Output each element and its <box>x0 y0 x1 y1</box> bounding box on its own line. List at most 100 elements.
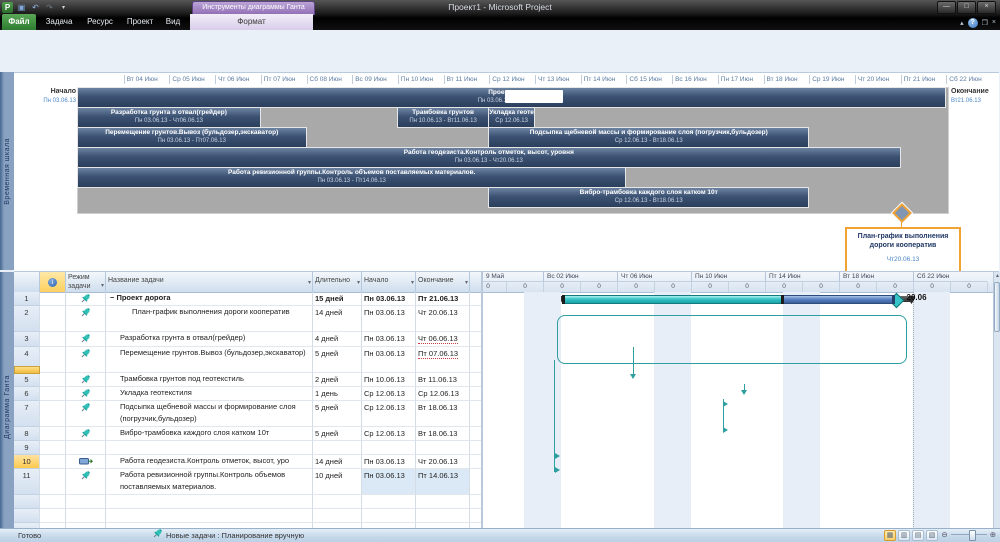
timescale-major-cell[interactable]: Чт 06 Июн <box>617 272 691 282</box>
ribbon-tab-3[interactable]: Ресурс <box>81 14 119 30</box>
info-cell[interactable] <box>40 495 66 509</box>
task-name-cell[interactable]: Вибро-трамбовка каждого слоя катком 10т <box>106 427 313 441</box>
timescale-minor-cell[interactable]: 0 <box>913 282 950 292</box>
task-mode-cell[interactable] <box>66 373 106 387</box>
filter-arrow-icon[interactable]: ▾ <box>101 282 104 291</box>
finish-date-cell[interactable]: Вт 18.06.13 <box>416 427 470 441</box>
duration-cell[interactable]: 4 дней <box>313 332 362 347</box>
task-name-cell[interactable]: План-график выполнения дороги кооператив <box>106 306 313 332</box>
task-name-cell[interactable]: Подсыпка щебневой массы и формирование с… <box>106 401 313 427</box>
table-row[interactable]: 7 Подсыпка щебневой массы и формирование … <box>14 401 481 427</box>
maximize-button[interactable]: □ <box>957 1 976 14</box>
row-number-cell[interactable]: 7 <box>14 401 40 427</box>
timeline-task-bar[interactable]: Работа геодезиста.Контроль отметок, высо… <box>78 148 900 167</box>
start-date-cell[interactable]: Пн 03.06.13 <box>362 469 416 495</box>
info-cell[interactable] <box>40 373 66 387</box>
timeline-view-strip[interactable]: Временная шкала <box>0 72 14 270</box>
timescale-minor-cell[interactable]: 0 <box>876 282 913 292</box>
duration-cell[interactable]: 5 дней <box>313 427 362 441</box>
timeline-task-bar[interactable]: Вибро-трамбовка каждого слоя катком 10т С… <box>489 188 809 207</box>
info-cell[interactable] <box>40 332 66 347</box>
finish-date-cell[interactable]: Вт 18.06.13 <box>416 401 470 427</box>
timescale-minor-cell[interactable]: 0 <box>654 282 691 292</box>
duration-cell[interactable]: 14 дней <box>313 455 362 469</box>
timescale-minor-cell[interactable]: 0 <box>543 282 580 292</box>
duration-cell[interactable]: 10 дней <box>313 469 362 495</box>
task-mode-cell[interactable] <box>66 401 106 427</box>
start-date-cell[interactable]: Пн 03.06.13 <box>362 332 416 347</box>
duration-cell[interactable]: 5 дней <box>313 401 362 427</box>
help-icon[interactable]: ? <box>967 17 978 28</box>
ribbon-tab-1[interactable]: Файл <box>2 14 36 30</box>
timescale-major-cell[interactable]: Вт 18 Июн <box>839 272 913 282</box>
task-name-cell[interactable]: Работа геодезиста.Контроль отметок, высо… <box>106 455 313 469</box>
task-name-cell[interactable] <box>106 509 313 523</box>
vertical-scroll-thumb[interactable] <box>994 282 1000 332</box>
timescale-minor-cell[interactable]: 0 <box>691 282 728 292</box>
gantt-view-strip[interactable]: Диаграмма Ганта <box>0 272 14 542</box>
redo-icon[interactable]: ↷ <box>44 3 55 12</box>
sheet-view-button[interactable]: ▧ <box>926 530 938 541</box>
row-number-cell[interactable]: 8 <box>14 427 40 441</box>
name-column-header[interactable]: Название задачи ▾ <box>106 272 313 292</box>
minimize-button[interactable]: — <box>937 1 956 14</box>
finish-date-cell[interactable]: Чт 20.06.13 <box>416 455 470 469</box>
task-mode-cell[interactable] <box>66 509 106 523</box>
status-new-tasks[interactable]: Новые задачи : Планирование вручную <box>152 528 304 542</box>
start-date-cell[interactable] <box>362 509 416 523</box>
finish-date-cell[interactable]: Вт 11.06.13 <box>416 373 470 387</box>
start-date-cell[interactable]: Пн 03.06.13 <box>362 292 416 306</box>
timeline-task-bar[interactable]: Трамбовка грунтов Пн 10.06.13 - Вт11.06.1… <box>397 108 489 127</box>
duration-cell[interactable] <box>313 509 362 523</box>
row-number-cell[interactable]: 11 <box>14 469 40 495</box>
start-date-cell[interactable]: Ср 12.06.13 <box>362 387 416 401</box>
timeline-task-bar[interactable]: Подсыпка щебневой массы и формирование с… <box>489 128 809 147</box>
close-button[interactable]: × <box>977 1 996 14</box>
duration-column-header[interactable]: Длительно ▾ <box>313 272 362 292</box>
timescale-minor-cell[interactable]: 0 <box>580 282 617 292</box>
close-doc-icon[interactable]: × <box>992 19 996 26</box>
table-row[interactable]: 8 Вибро-трамбовка каждого слоя катком 10т… <box>14 427 481 441</box>
task-name-cell[interactable]: Укладка геотекстиля <box>106 387 313 401</box>
row-number-cell[interactable]: 2 <box>14 306 40 332</box>
ribbon-tab-4[interactable]: Проект <box>123 14 157 30</box>
app-logo-icon[interactable]: P <box>2 1 13 13</box>
table-row[interactable]: 1 − Проект дорога 15 дней Пн 03.06.13 Пт 21.… <box>14 292 481 306</box>
row-number-cell[interactable]: 9 <box>14 441 40 455</box>
task-name-cell[interactable] <box>106 495 313 509</box>
table-row[interactable]: 6 Укладка геотекстиля 1 день Ср 12.06.13 Ср … <box>14 387 481 401</box>
timeline-task-bar[interactable]: Укладка геотекстиля Ср 12.06.13 <box>489 108 534 127</box>
finish-date-cell[interactable] <box>416 509 470 523</box>
team-view-button[interactable]: ▤ <box>912 530 924 541</box>
row-number-cell[interactable] <box>14 509 40 523</box>
table-row[interactable]: 11 Работа ревизионной группы.Контроль объ… <box>14 469 481 495</box>
gantt-chart[interactable]: 9 Май Вс 02 Июн Чт 06 Июн Пн 10 Июн Пт 14 Ию… <box>483 272 993 542</box>
timescale-major-cell[interactable]: Пт 14 Июн <box>765 272 839 282</box>
row-number-cell[interactable]: 6 <box>14 387 40 401</box>
duration-cell[interactable] <box>313 495 362 509</box>
start-date-cell[interactable] <box>362 495 416 509</box>
info-cell[interactable] <box>40 387 66 401</box>
finish-date-cell[interactable]: Пт 07.06.13 <box>416 347 470 373</box>
finish-date-cell[interactable]: Пт 14.06.13 <box>416 469 470 495</box>
qat-customize-icon[interactable]: ▾ <box>58 4 69 11</box>
info-cell[interactable] <box>40 469 66 495</box>
start-date-cell[interactable]: Ср 12.06.13 <box>362 401 416 427</box>
task-mode-cell[interactable] <box>66 332 106 347</box>
task-mode-cell[interactable] <box>66 306 106 332</box>
info-cell[interactable] <box>40 509 66 523</box>
info-cell[interactable] <box>40 347 66 373</box>
duration-cell[interactable] <box>313 441 362 455</box>
mode-column-header[interactable]: Режим задачи ▾ <box>66 272 106 292</box>
info-cell[interactable] <box>40 427 66 441</box>
table-row[interactable]: 5 Трамбовка грунтов под геотекстиль 2 дней… <box>14 373 481 387</box>
table-row[interactable] <box>14 509 481 523</box>
timescale-minor-cell[interactable]: 0 <box>950 282 987 292</box>
task-mode-cell[interactable] <box>66 347 106 373</box>
timeline-task-bar[interactable]: Работа ревизионной группы.Контроль объем… <box>78 168 626 187</box>
vertical-scrollbar[interactable]: ▲ ▼ <box>993 272 1000 542</box>
gantt-timescale[interactable]: 9 Май Вс 02 Июн Чт 06 Июн Пн 10 Июн Пт 14 Ию… <box>483 272 993 293</box>
start-date-cell[interactable]: Пн 03.06.13 <box>362 347 416 373</box>
info-cell[interactable] <box>40 306 66 332</box>
table-row[interactable]: 10 Работа геодезиста.Контроль отметок, вы… <box>14 455 481 469</box>
